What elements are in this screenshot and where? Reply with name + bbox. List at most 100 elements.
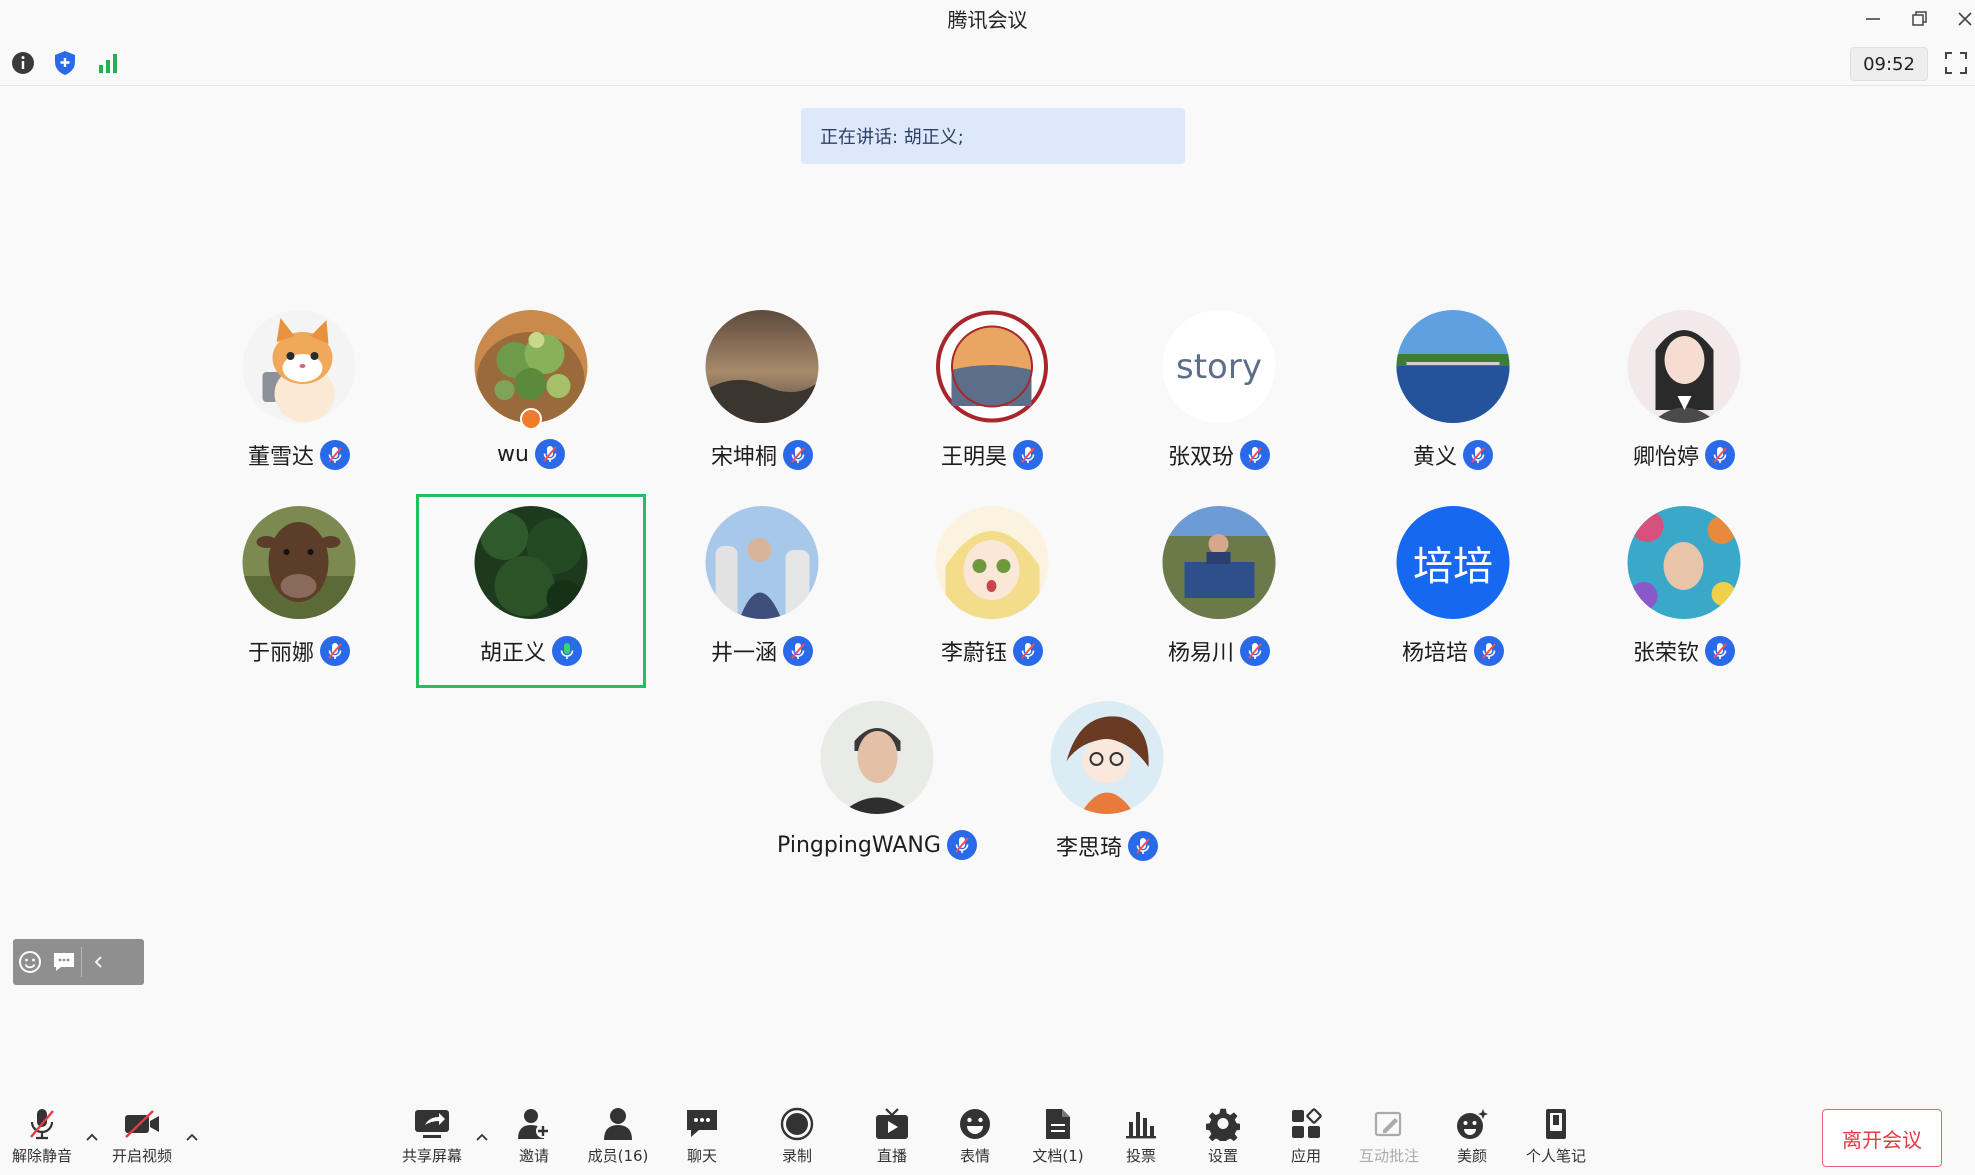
avatar	[1050, 701, 1164, 814]
avatar	[935, 310, 1049, 423]
mic-muted-icon[interactable]	[1240, 440, 1270, 470]
vote-button[interactable]: 投票	[1105, 1106, 1177, 1170]
participant-name: 于丽娜	[247, 641, 314, 666]
participant-tile[interactable]: story 张双玢	[1104, 298, 1334, 492]
chat-icon	[687, 1110, 717, 1137]
reaction-button[interactable]	[13, 939, 47, 985]
mic-muted-icon[interactable]	[783, 636, 813, 666]
mic-muted-icon[interactable]	[1240, 636, 1270, 666]
record-label: 录制	[781, 1147, 812, 1165]
emoji-button[interactable]: 表情	[939, 1106, 1011, 1170]
avatar: story	[1162, 310, 1276, 423]
annotate-button[interactable]: 互动批注	[1353, 1106, 1425, 1170]
chevron-up-icon	[86, 1133, 98, 1141]
participant-tile[interactable]: 黄义	[1338, 298, 1568, 492]
mic-muted-icon[interactable]	[534, 439, 565, 469]
video-options-caret[interactable]	[183, 1128, 201, 1146]
participant-name: 卿怡婷	[1632, 445, 1699, 470]
document-icon	[1046, 1109, 1070, 1139]
chat-bubble-icon	[54, 953, 74, 971]
close-icon	[1958, 12, 1972, 26]
fullscreen-button[interactable]	[1940, 47, 1972, 79]
participant-name-row: wu	[416, 439, 646, 469]
share-screen-label: 共享屏幕	[401, 1147, 462, 1165]
mic-muted-icon[interactable]	[946, 830, 977, 860]
unmute-button[interactable]: 解除静音	[6, 1106, 78, 1170]
mic-muted-icon[interactable]	[320, 440, 350, 470]
bar-chart-icon	[1126, 1112, 1156, 1139]
restore-icon	[1912, 11, 1927, 26]
participant-tile[interactable]: 卿怡婷	[1569, 298, 1799, 492]
participant-tile[interactable]: 于丽娜	[184, 494, 414, 688]
members-button[interactable]: 成员(16)	[582, 1106, 654, 1170]
participant-tile-active-speaker[interactable]: 胡正义	[416, 494, 646, 688]
participant-name-row: 董雪达	[184, 439, 414, 471]
avatar	[705, 506, 819, 619]
mic-muted-icon[interactable]	[1705, 636, 1735, 666]
participant-tile[interactable]: 李蔚钰	[877, 494, 1107, 688]
emoji-label: 表情	[959, 1147, 990, 1165]
meeting-info-button[interactable]	[7, 47, 39, 79]
share-screen-icon	[415, 1110, 449, 1138]
collapse-button[interactable]	[82, 939, 116, 985]
personal-notes-label: 个人笔记	[1525, 1147, 1586, 1165]
security-button[interactable]	[49, 47, 81, 79]
quick-chat-button[interactable]	[47, 939, 81, 985]
tree-avatar-image	[474, 506, 588, 619]
mic-speaking-icon[interactable]	[552, 636, 582, 666]
chat-label: 聊天	[686, 1147, 717, 1165]
minimize-icon	[1866, 18, 1880, 20]
apps-button[interactable]: 应用	[1270, 1106, 1342, 1170]
participant-tile[interactable]: wu	[416, 298, 646, 492]
close-button[interactable]	[1948, 4, 1975, 34]
invite-button[interactable]: 邀请	[498, 1106, 570, 1170]
avatar	[474, 506, 588, 619]
participant-tile[interactable]: 王明昊	[877, 298, 1107, 492]
mic-muted-icon[interactable]	[1128, 831, 1158, 861]
settings-button[interactable]: 设置	[1187, 1106, 1259, 1170]
mic-muted-icon[interactable]	[1474, 636, 1504, 666]
share-screen-button[interactable]: 共享屏幕	[396, 1106, 468, 1170]
documents-button[interactable]: 文档(1)	[1022, 1106, 1094, 1170]
participant-name-row: 井一涵	[647, 635, 877, 667]
mic-muted-icon[interactable]	[320, 636, 350, 666]
minimize-button[interactable]	[1856, 4, 1890, 34]
participant-tile[interactable]: PingpingWANG	[762, 689, 992, 883]
participant-tile[interactable]: 董雪达	[184, 298, 414, 492]
start-video-button[interactable]: 开启视频	[106, 1106, 178, 1170]
beauty-button[interactable]: 美颜	[1436, 1106, 1508, 1170]
settings-label: 设置	[1207, 1147, 1238, 1165]
participant-tile[interactable]: 杨易川	[1104, 494, 1334, 688]
network-status-button[interactable]	[93, 47, 125, 79]
apps-label: 应用	[1290, 1147, 1321, 1165]
leave-meeting-button[interactable]: 离开会议	[1822, 1109, 1942, 1167]
annotate-label: 互动批注	[1358, 1147, 1419, 1165]
illustrated-girl-avatar-image	[1627, 310, 1741, 423]
live-stream-button[interactable]: 直播	[856, 1106, 928, 1170]
mic-muted-icon[interactable]	[1013, 636, 1043, 666]
participant-name: 宋坤桐	[710, 445, 777, 470]
beauty-label: 美颜	[1456, 1147, 1487, 1165]
avatar	[1627, 310, 1741, 423]
restore-button[interactable]	[1902, 4, 1936, 34]
hiker-sign-avatar-image	[1162, 506, 1276, 619]
participant-tile[interactable]: 培培 杨培培	[1338, 494, 1568, 688]
participant-tile[interactable]: 宋坤桐	[647, 298, 877, 492]
audio-options-caret[interactable]	[83, 1128, 101, 1146]
record-button[interactable]: 录制	[761, 1106, 833, 1170]
bridge-lake-avatar-image	[1396, 310, 1510, 423]
vote-label: 投票	[1125, 1147, 1156, 1165]
start-video-label: 开启视频	[111, 1147, 172, 1165]
participant-tile[interactable]: 井一涵	[647, 494, 877, 688]
mic-muted-icon[interactable]	[783, 440, 813, 470]
record-icon	[780, 1107, 814, 1141]
personal-notes-button[interactable]: 个人笔记	[1520, 1106, 1592, 1170]
share-options-caret[interactable]	[473, 1128, 491, 1146]
mic-muted-icon[interactable]	[1463, 440, 1493, 470]
participant-tile[interactable]: 张荣钦	[1569, 494, 1799, 688]
mic-muted-icon[interactable]	[1013, 440, 1043, 470]
chat-button[interactable]: 聊天	[666, 1106, 738, 1170]
bottom-toolbar: 解除静音 开启视频 共享屏幕 邀请 成员(16) 聊天 录制 直播 表情 文档(…	[0, 1100, 1975, 1175]
mic-muted-icon[interactable]	[1705, 440, 1735, 470]
participant-tile[interactable]: 李思琦	[992, 689, 1222, 883]
